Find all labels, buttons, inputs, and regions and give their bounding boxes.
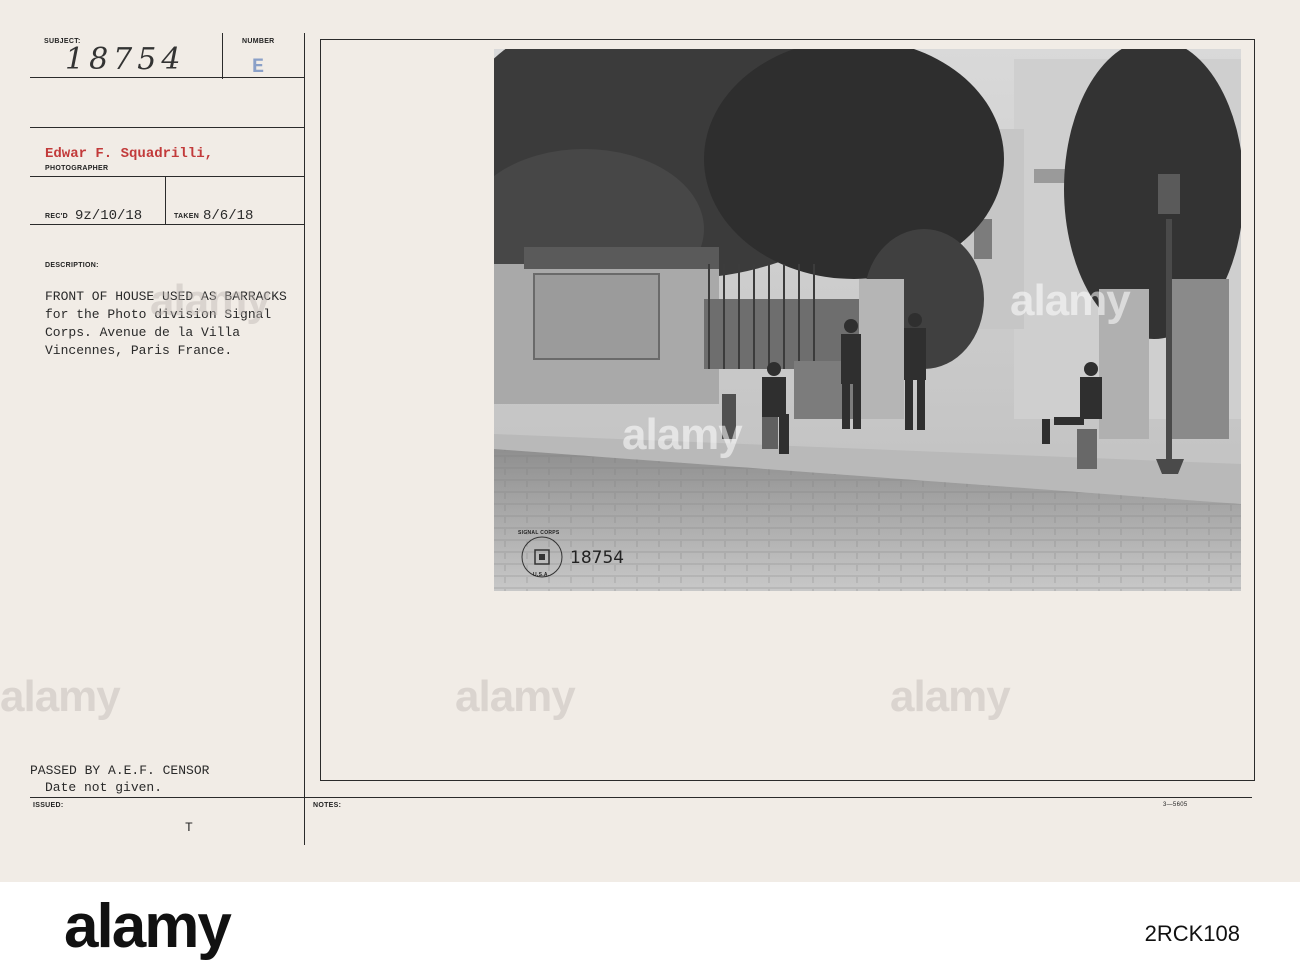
frame-right xyxy=(1254,39,1255,780)
description-label: DESCRIPTION: xyxy=(45,262,99,269)
frame-left xyxy=(320,39,321,780)
notes-label: NOTES: xyxy=(313,802,342,809)
number-label: NUMBER xyxy=(242,38,275,45)
censor-line-1: PASSED BY A.E.F. CENSOR xyxy=(30,763,210,778)
watermark-5: alamy xyxy=(455,672,576,721)
rule-subject-number xyxy=(222,33,223,79)
photographer-label: PHOTOGRAPHER xyxy=(45,165,109,172)
rule-photographer-bottom xyxy=(30,176,304,177)
recd-value: 9z/10/18 xyxy=(75,208,143,224)
stamp-bottom-text: U.S.A. xyxy=(533,572,550,578)
issued-label: ISSUED: xyxy=(33,802,64,809)
stamp-top-text: SIGNAL CORPS xyxy=(518,530,560,536)
watermark-6: alamy xyxy=(890,672,1011,721)
number-value: E xyxy=(252,56,265,79)
frame-top xyxy=(320,39,1255,40)
negative-number: 18754 xyxy=(570,548,625,568)
archive-card: SUBJECT: 18754 NUMBER E Edwar F. Squadri… xyxy=(0,0,1300,882)
subject-value: 18754 xyxy=(65,42,186,77)
recd-label: REC'D xyxy=(45,213,68,220)
rule-bottom xyxy=(30,797,1252,798)
issued-value: T xyxy=(185,820,193,835)
taken-value: 8/6/18 xyxy=(203,208,254,224)
watermark-3: alamy xyxy=(622,410,743,459)
rule-dates-bottom xyxy=(30,224,304,225)
rule-photographer-top xyxy=(30,127,304,128)
watermark-2: alamy xyxy=(1010,276,1131,325)
photographer-name: Edwar F. Squadrilli, xyxy=(45,146,214,162)
image-id: 2RCK108 xyxy=(1144,921,1240,946)
watermark-4: alamy xyxy=(0,672,121,721)
rule-column-divider xyxy=(304,33,305,845)
alamy-logo: alamy xyxy=(64,892,232,961)
watermark-1: alamy xyxy=(150,276,271,325)
form-code: 3—5605 xyxy=(1163,802,1188,808)
censor-line-2: Date not given. xyxy=(45,780,163,795)
taken-label: TAKEN xyxy=(174,213,200,220)
rule-recd-taken xyxy=(165,176,166,224)
frame-bottom xyxy=(320,780,1255,781)
